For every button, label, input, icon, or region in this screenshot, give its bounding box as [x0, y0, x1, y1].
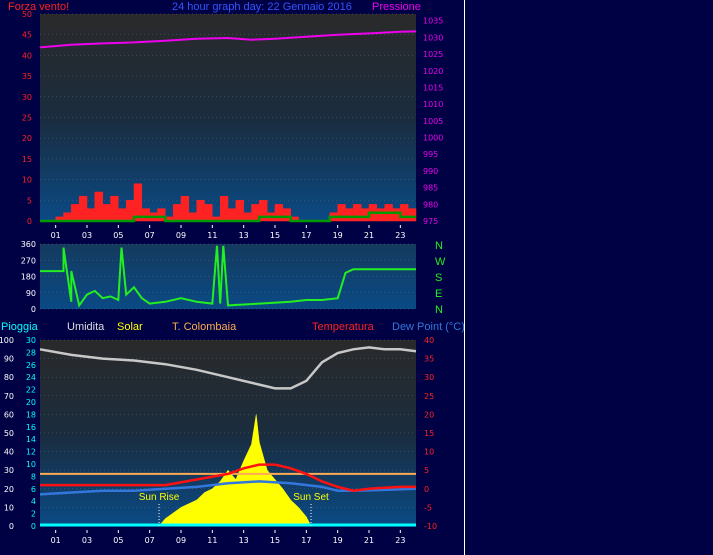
y-tick-pressure-985: 985	[423, 184, 438, 193]
x-tick-label-panel3-03: 03	[82, 536, 92, 545]
y-tick-humidity-0: 0	[9, 522, 14, 531]
x-tick-label-panel1-23: 23	[395, 231, 405, 240]
y-tick-rain-20: 20	[26, 398, 36, 407]
y-tick-wind-15: 15	[22, 155, 32, 164]
x-tick-label-panel3-07: 07	[145, 536, 155, 545]
y-tick-humidity-80: 80	[4, 373, 14, 382]
y-tick-rain-18: 18	[26, 410, 36, 419]
y-tick-temperature-5: 5	[424, 466, 429, 475]
x-tick-label-panel1-17: 17	[301, 231, 311, 240]
x-tick-label-panel3-19: 19	[333, 536, 343, 545]
y-tick-temperature-40: 40	[424, 336, 434, 345]
y-tick-rain-10: 10	[26, 460, 36, 469]
y-tick-rain-12: 12	[26, 448, 36, 457]
x-tick-label-panel1-05: 05	[113, 231, 123, 240]
x-tick-label-panel3-01: 01	[51, 536, 61, 545]
y-tick-wind-25: 25	[22, 114, 32, 123]
y-tick-temperature-0: 0	[424, 485, 429, 494]
y-tick-temperature--5: -5	[424, 503, 432, 512]
y-tick-rain-26: 26	[26, 361, 36, 370]
y-tick-direction-180: 180	[21, 273, 36, 282]
x-tick-label-panel1-11: 11	[207, 231, 217, 240]
x-tick-label-panel3-21: 21	[364, 536, 374, 545]
x-tick-label-panel1-21: 21	[364, 231, 374, 240]
y-tick-pressure-1015: 1015	[423, 83, 443, 92]
y-tick-humidity-100: 100	[0, 336, 14, 345]
x-tick-label-panel1-01: 01	[51, 231, 61, 240]
y-tick-rain-8: 8	[31, 472, 36, 481]
y-tick-rain-22: 22	[26, 386, 36, 395]
y-tick-humidity-40: 40	[4, 448, 14, 457]
y-tick-rain-28: 28	[26, 348, 36, 357]
y-tick-rain-0: 0	[31, 522, 36, 531]
y-tick-humidity-70: 70	[4, 392, 14, 401]
x-tick-label-panel1-09: 09	[176, 231, 186, 240]
y-tick-direction-0: 0	[31, 305, 36, 314]
x-tick-label-panel3-11: 11	[207, 536, 217, 545]
y-tick-pressure-995: 995	[423, 150, 438, 159]
y-tick-pressure-1030: 1030	[423, 33, 443, 42]
y-tick-temperature-25: 25	[424, 392, 434, 401]
x-tick-label-panel1-15: 15	[270, 231, 280, 240]
y-tick-pressure-975: 975	[423, 217, 438, 226]
x-tick-label-panel3-13: 13	[239, 536, 249, 545]
y-tick-direction-360: 360	[21, 240, 36, 249]
y-tick-temperature-15: 15	[424, 429, 434, 438]
sunset-label: Sun Set	[293, 492, 329, 503]
y-tick-wind-30: 30	[22, 93, 32, 102]
y-tick-wind-50: 50	[22, 10, 32, 19]
y-tick-wind-20: 20	[22, 134, 32, 143]
y-tick-humidity-10: 10	[4, 503, 14, 512]
y-tick-wind-40: 40	[22, 51, 32, 60]
y-tick-humidity-50: 50	[4, 429, 14, 438]
weather-chart: 0510152025303540455097598098599099510001…	[0, 0, 465, 555]
y-tick-rain-4: 4	[31, 497, 36, 506]
y-tick-rain-30: 30	[26, 336, 36, 345]
y-tick-temperature-10: 10	[424, 448, 434, 457]
y-tick-pressure-1010: 1010	[423, 100, 443, 109]
y-tick-humidity-60: 60	[4, 410, 14, 419]
y-tick-temperature-35: 35	[424, 355, 434, 364]
y-tick-pressure-1000: 1000	[423, 134, 443, 143]
y-tick-pressure-1035: 1035	[423, 17, 443, 26]
y-tick-pressure-1020: 1020	[423, 67, 443, 76]
y-tick-wind-35: 35	[22, 72, 32, 81]
y-tick-rain-14: 14	[26, 435, 36, 444]
y-tick-direction-90: 90	[26, 289, 36, 298]
y-tick-humidity-90: 90	[4, 355, 14, 364]
y-tick-wind-0: 0	[27, 217, 32, 226]
x-tick-label-panel3-15: 15	[270, 536, 280, 545]
y-tick-pressure-990: 990	[423, 167, 438, 176]
y-tick-direction-270: 270	[21, 256, 36, 265]
y-tick-rain-24: 24	[26, 373, 36, 382]
y-tick-humidity-20: 20	[4, 485, 14, 494]
x-tick-label-panel3-09: 09	[176, 536, 186, 545]
y-tick-pressure-1005: 1005	[423, 117, 443, 126]
y-tick-wind-5: 5	[27, 196, 32, 205]
y-tick-humidity-30: 30	[4, 466, 14, 475]
y-tick-wind-10: 10	[22, 176, 32, 185]
y-tick-rain-16: 16	[26, 423, 36, 432]
x-tick-label-panel3-23: 23	[395, 536, 405, 545]
y-tick-pressure-980: 980	[423, 200, 438, 209]
y-tick-pressure-1025: 1025	[423, 50, 443, 59]
y-tick-rain-2: 2	[31, 510, 36, 519]
x-tick-label-panel3-05: 05	[113, 536, 123, 545]
y-tick-temperature-20: 20	[424, 410, 434, 419]
x-tick-label-panel1-07: 07	[145, 231, 155, 240]
x-tick-label-panel1-03: 03	[82, 231, 92, 240]
y-tick-temperature-30: 30	[424, 373, 434, 382]
sunrise-label: Sun Rise	[139, 492, 180, 503]
y-tick-rain-6: 6	[31, 485, 36, 494]
x-tick-label-panel1-13: 13	[239, 231, 249, 240]
y-tick-temperature--10: -10	[424, 522, 437, 531]
x-tick-label-panel1-19: 19	[333, 231, 343, 240]
y-tick-wind-45: 45	[22, 31, 32, 40]
x-tick-label-panel3-17: 17	[301, 536, 311, 545]
